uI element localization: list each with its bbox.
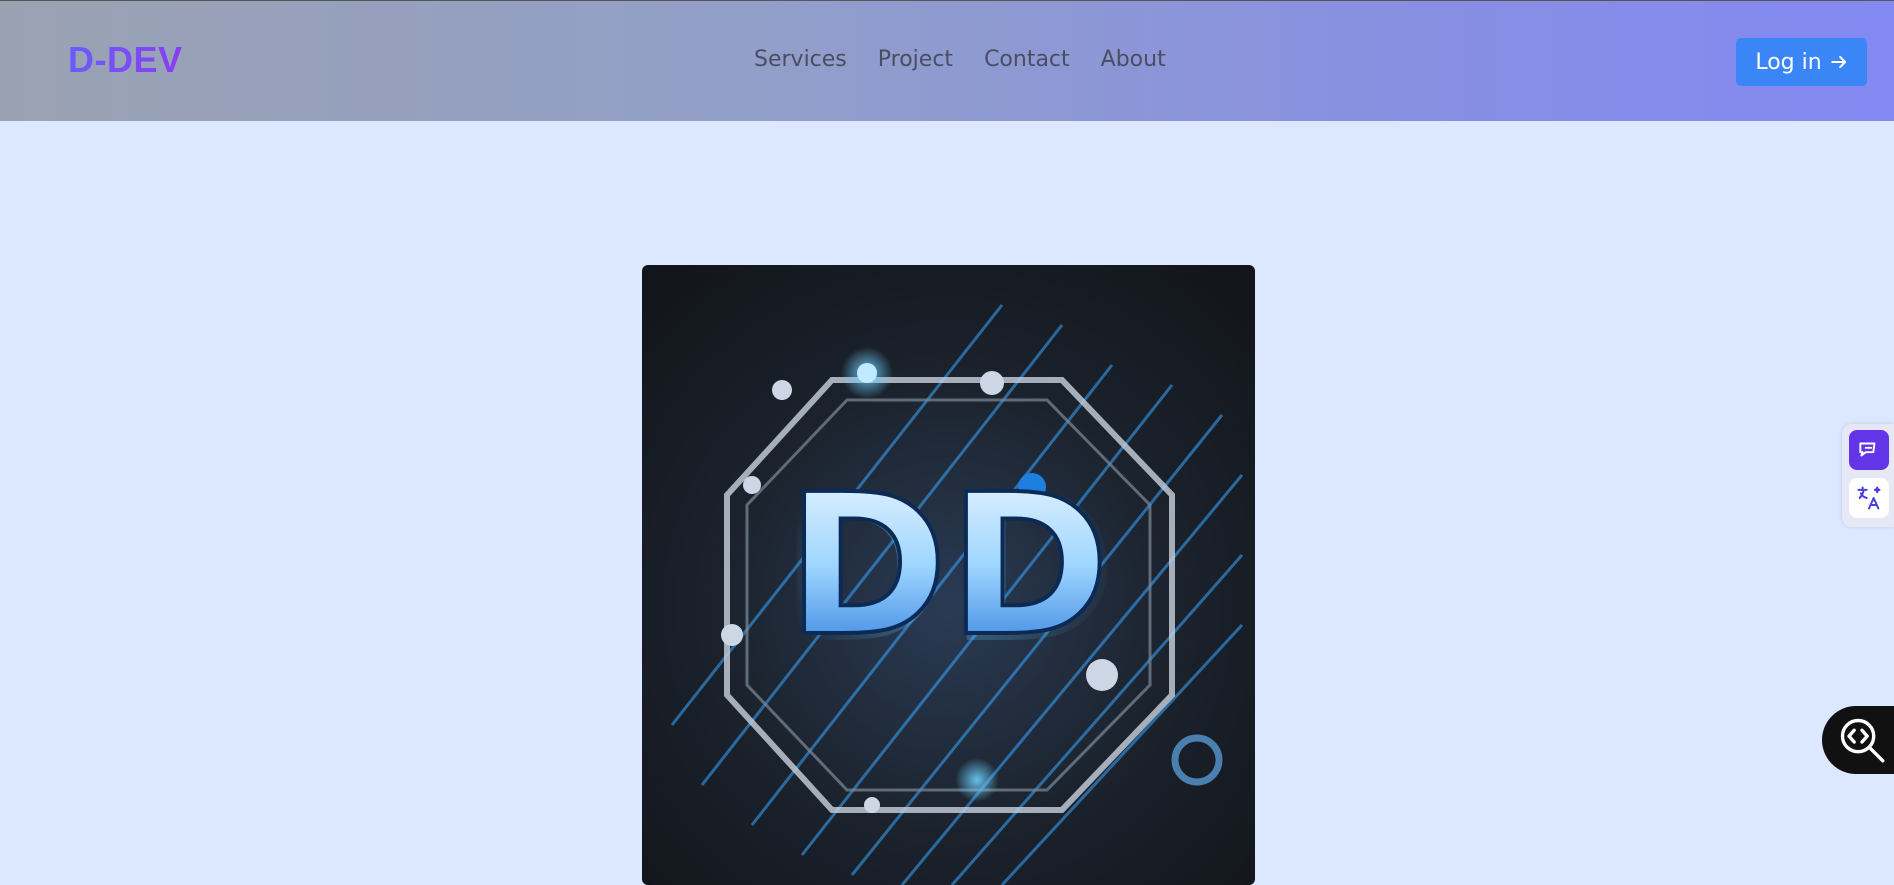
hero-logo-image: DD DD [642, 265, 1255, 885]
login-label: Log in [1755, 49, 1822, 75]
chat-icon[interactable] [1849, 430, 1889, 470]
code-search-icon[interactable] [1822, 706, 1894, 774]
logo-text: DD [786, 452, 1110, 679]
nav-services[interactable]: Services [754, 47, 847, 72]
nav-contact[interactable]: Contact [984, 47, 1070, 72]
top-navbar: D-DEV Services Project Contact About Log… [0, 0, 1894, 121]
brand-logo[interactable]: D-DEV [68, 39, 183, 81]
main-nav: Services Project Contact About [754, 47, 1166, 72]
nav-project[interactable]: Project [878, 47, 953, 72]
side-toolbar [1842, 424, 1894, 527]
nav-about[interactable]: About [1101, 47, 1166, 72]
translate-icon[interactable] [1849, 478, 1889, 518]
login-button[interactable]: Log in [1736, 38, 1867, 86]
arrow-right-icon [1830, 55, 1846, 69]
